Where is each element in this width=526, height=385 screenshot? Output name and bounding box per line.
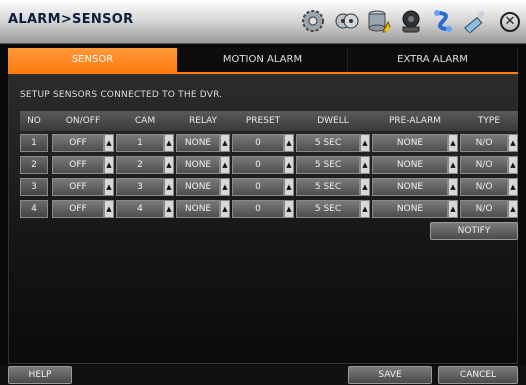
dwell-select[interactable]: 5 SEC (296, 200, 360, 218)
onoff-dropdown-icon[interactable]: ▲ (104, 200, 114, 218)
setup-description: SETUP SENSORS CONNECTED TO THE DVR. (20, 90, 223, 100)
type-dropdown-icon[interactable]: ▲ (508, 200, 518, 218)
preset-select[interactable]: 0 (232, 178, 284, 196)
table-row: 2 OFF ▲ 2 ▲ NONE ▲ 0 ▲ 5 SEC ▲ NONE ▲ N/… (20, 156, 518, 174)
type-dropdown-icon[interactable]: ▲ (508, 156, 518, 174)
onoff-dropdown-icon[interactable]: ▲ (104, 156, 114, 174)
table-row: 4 OFF ▲ 4 ▲ NONE ▲ 0 ▲ 5 SEC ▲ NONE ▲ N/… (20, 200, 518, 218)
preset-select[interactable]: 0 (232, 134, 284, 152)
preset-select[interactable]: 0 (232, 200, 284, 218)
relay-dropdown-icon[interactable]: ▲ (220, 134, 230, 152)
relay-select[interactable]: NONE (176, 178, 220, 196)
header-onoff: ON/OFF (65, 116, 101, 126)
dwell-select[interactable]: 5 SEC (296, 134, 360, 152)
network-icon[interactable] (430, 8, 456, 34)
onoff-select[interactable]: OFF (52, 178, 104, 196)
preset-select[interactable]: 0 (232, 156, 284, 174)
relay-select[interactable]: NONE (176, 200, 220, 218)
relay-select[interactable]: NONE (176, 156, 220, 174)
cancel-button[interactable]: CANCEL (438, 366, 518, 384)
pre-alarm-dropdown-icon[interactable]: ▲ (448, 200, 458, 218)
header-pre-alarm: PRE-ALARM (389, 116, 441, 126)
dwell-dropdown-icon[interactable]: ▲ (360, 200, 370, 218)
pre-alarm-select[interactable]: NONE (372, 178, 448, 196)
database-warning-icon[interactable] (366, 8, 392, 34)
pre-alarm-select[interactable]: NONE (372, 200, 448, 218)
cam-dropdown-icon[interactable]: ▲ (164, 178, 174, 196)
pre-alarm-dropdown-icon[interactable]: ▲ (448, 156, 458, 174)
onoff-select[interactable]: OFF (52, 200, 104, 218)
table-row: 3 OFF ▲ 3 ▲ NONE ▲ 0 ▲ 5 SEC ▲ NONE ▲ N/… (20, 178, 518, 196)
tab-bar: SENSOR MOTION ALARM EXTRA ALARM (8, 48, 518, 72)
type-dropdown-icon[interactable]: ▲ (508, 178, 518, 196)
dwell-dropdown-icon[interactable]: ▲ (360, 178, 370, 196)
window-title: ALARM>SENSOR (8, 12, 134, 27)
close-icon[interactable]: ✕ (500, 12, 520, 32)
row-no: 2 (20, 156, 48, 174)
gear-icon[interactable] (300, 8, 326, 34)
row-no: 4 (20, 200, 48, 218)
onoff-select[interactable]: OFF (52, 134, 104, 152)
help-button[interactable]: HELP (8, 366, 72, 384)
pre-alarm-select[interactable]: NONE (372, 156, 448, 174)
pre-alarm-dropdown-icon[interactable]: ▲ (448, 134, 458, 152)
cam-dropdown-icon[interactable]: ▲ (164, 134, 174, 152)
onoff-dropdown-icon[interactable]: ▲ (104, 178, 114, 196)
cam-select[interactable]: 1 (116, 134, 164, 152)
type-select[interactable]: N/O (460, 134, 508, 152)
cam-select[interactable]: 2 (116, 156, 164, 174)
pre-alarm-select[interactable]: NONE (372, 134, 448, 152)
onoff-dropdown-icon[interactable]: ▲ (104, 134, 114, 152)
preset-dropdown-icon[interactable]: ▲ (284, 178, 294, 196)
save-button[interactable]: SAVE (348, 366, 432, 384)
tape-icon[interactable] (334, 8, 360, 34)
relay-dropdown-icon[interactable]: ▲ (220, 178, 230, 196)
header-type: TYPE (477, 116, 501, 126)
row-no: 1 (20, 134, 48, 152)
dwell-select[interactable]: 5 SEC (296, 178, 360, 196)
header-preset: PRESET (245, 116, 281, 126)
header-cam: CAM (134, 116, 156, 126)
preset-dropdown-icon[interactable]: ▲ (284, 200, 294, 218)
header-no: NO (27, 116, 41, 126)
tab-extra-alarm[interactable]: EXTRA ALARM (348, 48, 518, 72)
table-header: NO ON/OFF CAM RELAY PRESET DWELL PRE-ALA… (20, 111, 518, 131)
cam-select[interactable]: 3 (116, 178, 164, 196)
type-select[interactable]: N/O (460, 156, 508, 174)
type-select[interactable]: N/O (460, 200, 508, 218)
pre-alarm-dropdown-icon[interactable]: ▲ (448, 178, 458, 196)
onoff-select[interactable]: OFF (52, 156, 104, 174)
table-row: 1 OFF ▲ 1 ▲ NONE ▲ 0 ▲ 5 SEC ▲ NONE ▲ N/… (20, 134, 518, 152)
dwell-select[interactable]: 5 SEC (296, 156, 360, 174)
preset-dropdown-icon[interactable]: ▲ (284, 134, 294, 152)
usb-icon[interactable] (462, 8, 488, 34)
row-no: 3 (20, 178, 48, 196)
title-bar: ALARM>SENSOR ✕ (0, 0, 526, 44)
relay-select[interactable]: NONE (176, 134, 220, 152)
header-relay: RELAY (188, 116, 218, 126)
dwell-dropdown-icon[interactable]: ▲ (360, 134, 370, 152)
tab-sensor[interactable]: SENSOR (8, 48, 178, 72)
relay-dropdown-icon[interactable]: ▲ (220, 156, 230, 174)
preset-dropdown-icon[interactable]: ▲ (284, 156, 294, 174)
cam-dropdown-icon[interactable]: ▲ (164, 200, 174, 218)
notify-button[interactable]: NOTIFY (430, 222, 518, 240)
type-dropdown-icon[interactable]: ▲ (508, 134, 518, 152)
dwell-dropdown-icon[interactable]: ▲ (360, 156, 370, 174)
type-select[interactable]: N/O (460, 178, 508, 196)
camera-reel-icon[interactable] (398, 8, 424, 34)
relay-dropdown-icon[interactable]: ▲ (220, 200, 230, 218)
tab-motion-alarm[interactable]: MOTION ALARM (178, 48, 348, 72)
header-dwell: DWELL (317, 116, 349, 126)
cam-dropdown-icon[interactable]: ▲ (164, 156, 174, 174)
cam-select[interactable]: 4 (116, 200, 164, 218)
